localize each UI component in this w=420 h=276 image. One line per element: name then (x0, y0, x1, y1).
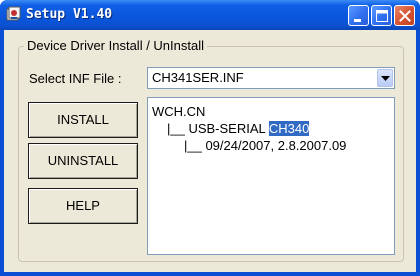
inf-dropdown-button[interactable] (377, 69, 393, 87)
group-title: Device Driver Install / UnInstall (24, 38, 207, 54)
close-icon (399, 10, 411, 22)
chevron-down-icon (381, 76, 390, 81)
title-bar[interactable]: Setup V1.40 (0, 0, 420, 30)
inf-file-label: Select INF File : (29, 71, 122, 86)
setup-app-icon[interactable] (6, 6, 22, 22)
window-title: Setup V1.40 (26, 7, 113, 22)
setup-window: Setup V1.40 Device Driver Install / UnIn… (0, 0, 420, 276)
minimize-button[interactable] (348, 5, 369, 26)
tree-device-selected[interactable]: CH340 (268, 121, 310, 136)
maximize-icon (376, 10, 388, 22)
close-button[interactable] (394, 5, 415, 26)
tree-device: |__ USB-SERIAL CH340 (167, 121, 310, 137)
client-area: Device Driver Install / UnInstall Select… (4, 30, 416, 272)
tree-vendor: WCH.CN (152, 104, 206, 119)
inf-file-value: CH341SER.INF (152, 70, 244, 85)
driver-info-box[interactable]: WCH.CN |__ USB-SERIAL CH340 |__ 09/24/20… (147, 97, 395, 255)
tree-version: |__ 09/24/2007, 2.8.2007.09 (184, 138, 347, 153)
help-button[interactable]: HELP (28, 188, 138, 224)
inf-file-select[interactable]: CH341SER.INF (147, 67, 395, 89)
maximize-button[interactable] (371, 5, 392, 26)
uninstall-button[interactable]: UNINSTALL (28, 143, 138, 179)
minimize-icon (354, 19, 361, 22)
install-button[interactable]: INSTALL (28, 102, 138, 138)
tree-device-label: |__ USB-SERIAL (167, 121, 269, 136)
